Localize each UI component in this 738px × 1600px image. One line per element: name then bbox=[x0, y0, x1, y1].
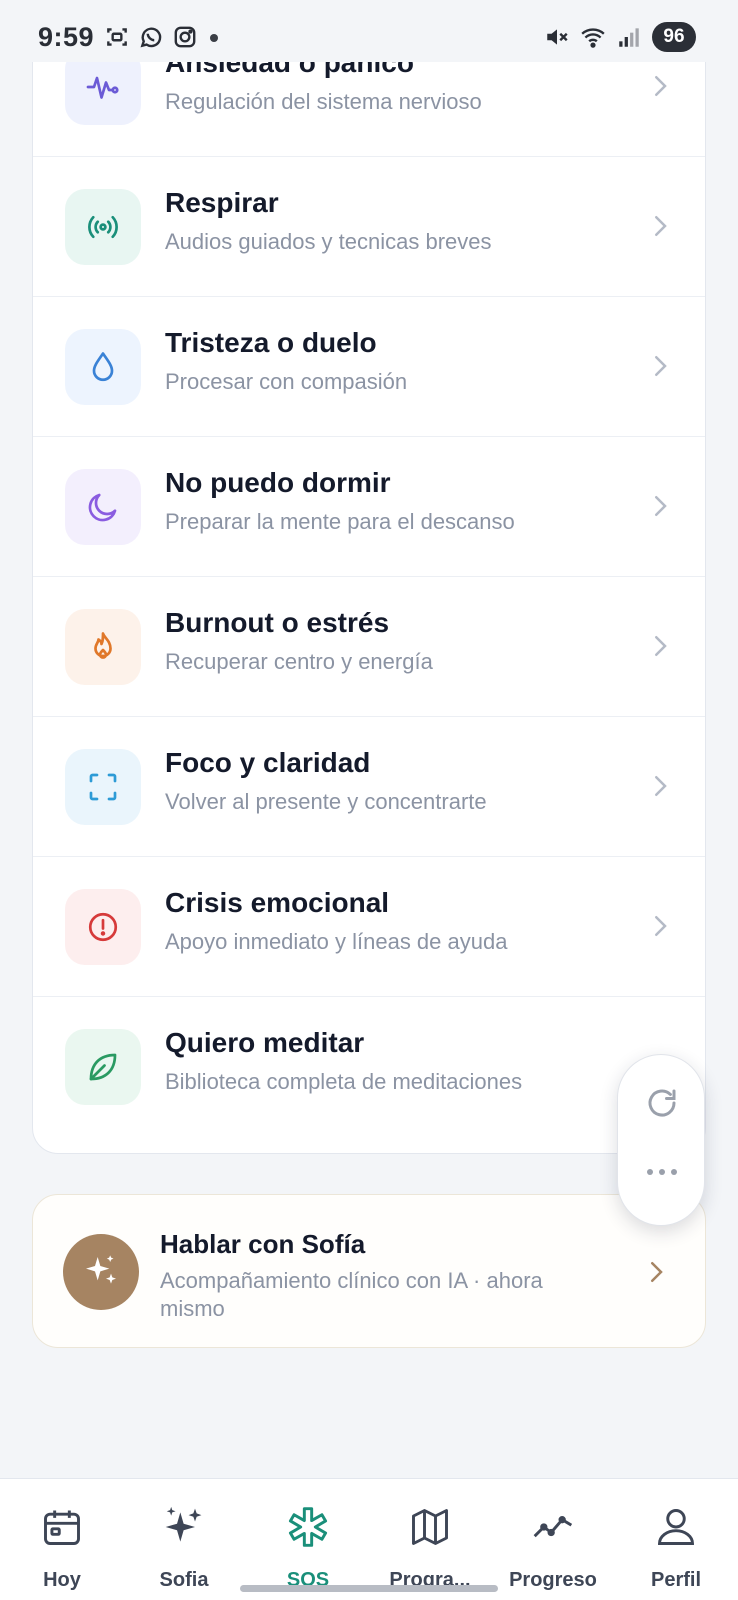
broadcast-icon bbox=[88, 215, 118, 239]
list-item-subtitle: Recuperar centro y energía bbox=[165, 649, 433, 674]
user-icon bbox=[658, 1509, 694, 1545]
list-item-icon-box bbox=[65, 1029, 141, 1105]
chevron-right-icon bbox=[655, 496, 667, 516]
signal-icon bbox=[619, 28, 639, 47]
list-item-respirar[interactable]: Respirar Audios guiados y tecnicas breve… bbox=[33, 157, 705, 297]
list-item-title: Burnout o estrés bbox=[165, 607, 390, 638]
chevron-right-icon bbox=[655, 356, 667, 376]
status-notification-icons bbox=[104, 24, 198, 50]
list-item-subtitle: Volver al presente y concentrarte bbox=[165, 789, 487, 814]
chevron-right-icon bbox=[655, 636, 667, 656]
list-item-dormir[interactable]: No puedo dormir Preparar la mente para e… bbox=[33, 437, 705, 577]
nav-item-programas[interactable]: Progra... bbox=[370, 1479, 490, 1600]
list-item-subtitle: Regulación del sistema nervioso bbox=[165, 89, 482, 114]
home-indicator[interactable] bbox=[240, 1585, 498, 1592]
flame-icon bbox=[94, 632, 112, 659]
asterisk-icon bbox=[288, 1507, 328, 1547]
refresh-icon[interactable] bbox=[644, 1085, 680, 1121]
more-icon[interactable] bbox=[642, 1165, 682, 1179]
trend-icon bbox=[533, 1516, 573, 1538]
nav-item-progreso[interactable]: Progreso bbox=[493, 1479, 613, 1600]
list-item-subtitle: Preparar la mente para el descanso bbox=[165, 509, 515, 534]
list-item-icon-box bbox=[65, 609, 141, 685]
floating-actions bbox=[617, 1054, 705, 1226]
mute-icon bbox=[547, 29, 568, 45]
list-item-title: Tristeza o duelo bbox=[165, 327, 377, 358]
chevron-right-icon bbox=[655, 216, 667, 236]
list-item-subtitle: Audios guiados y tecnicas breves bbox=[165, 229, 492, 254]
list-item-icon-box bbox=[65, 329, 141, 405]
list-item-icon-box bbox=[65, 469, 141, 545]
focus-icon bbox=[89, 773, 117, 801]
list-item-tristeza[interactable]: Tristeza o duelo Procesar con compasión bbox=[33, 297, 705, 437]
status-bar: 9:59 96 bbox=[0, 0, 738, 62]
sofia-title: Hablar con Sofía bbox=[160, 1229, 366, 1259]
nav-item-sofia[interactable]: Sofia bbox=[124, 1479, 244, 1600]
battery-indicator: 96 bbox=[652, 22, 696, 52]
list-item-icon-box bbox=[65, 749, 141, 825]
bottom-nav: Hoy Sofia SOS Progra... Progreso Perfil bbox=[0, 1478, 738, 1600]
sparkles-icon bbox=[86, 1255, 116, 1284]
chevron-right-icon bbox=[655, 916, 667, 936]
screenshot-icon bbox=[107, 28, 127, 46]
map-icon bbox=[412, 1509, 448, 1545]
screen: 9:59 96 Ansiedad o pánico Regulación del… bbox=[0, 0, 738, 1600]
list-item-burnout[interactable]: Burnout o estrés Recuperar centro y ener… bbox=[33, 577, 705, 717]
instagram-icon bbox=[174, 26, 196, 48]
calendar-icon bbox=[44, 1510, 80, 1545]
leaf-icon bbox=[89, 1053, 117, 1081]
alert-icon bbox=[88, 912, 118, 942]
list-item-foco[interactable]: Foco y claridad Volver al presente y con… bbox=[33, 717, 705, 857]
status-time: 9:59 bbox=[38, 22, 95, 52]
pulse-icon bbox=[86, 76, 119, 99]
chevron-right-icon bbox=[651, 1262, 663, 1282]
list-item-icon-box bbox=[65, 189, 141, 265]
moon-icon bbox=[88, 493, 117, 522]
sofia-subtitle: Acompañamiento clínico con IA · ahora mi… bbox=[160, 1268, 543, 1321]
list-item-meditar[interactable]: Quiero meditar Biblioteca completa de me… bbox=[33, 997, 705, 1137]
list-item-title: Quiero meditar bbox=[165, 1027, 365, 1058]
nav-label: Progreso bbox=[509, 1569, 597, 1591]
nav-label: Perfil bbox=[650, 1569, 702, 1591]
list-item-crisis[interactable]: Crisis emocional Apoyo inmediato y línea… bbox=[33, 857, 705, 997]
chevron-right-icon bbox=[655, 76, 667, 96]
list-item-title: Foco y claridad bbox=[165, 747, 371, 778]
list-item-icon-box bbox=[65, 889, 141, 965]
nav-item-sos[interactable]: SOS bbox=[248, 1479, 368, 1600]
status-dot bbox=[210, 34, 218, 42]
chevron-right-icon bbox=[655, 776, 667, 796]
status-system-icons: 96 bbox=[544, 22, 696, 52]
whatsapp-icon bbox=[140, 27, 162, 48]
nav-label: Hoy bbox=[43, 1569, 81, 1591]
wifi-icon bbox=[581, 28, 605, 48]
list-item-title: Respirar bbox=[165, 187, 279, 218]
sofia-avatar bbox=[63, 1234, 139, 1310]
nav-item-perfil[interactable]: Perfil bbox=[616, 1479, 736, 1600]
nav-label: Sofia bbox=[159, 1569, 209, 1591]
droplet-icon bbox=[92, 352, 114, 382]
talk-to-sofia-card[interactable]: Hablar con Sofía Acompañamiento clínico … bbox=[32, 1194, 706, 1348]
list-item-subtitle: Apoyo inmediato y líneas de ayuda bbox=[165, 929, 508, 954]
nav-item-hoy[interactable]: Hoy bbox=[2, 1479, 122, 1600]
list-item-title: Crisis emocional bbox=[165, 887, 390, 918]
list-item-subtitle: Biblioteca completa de meditaciones bbox=[165, 1069, 523, 1094]
sparkles-icon bbox=[165, 1506, 202, 1542]
list-item-subtitle: Procesar con compasión bbox=[165, 369, 408, 394]
sos-options-card: Ansiedad o pánico Regulación del sistema… bbox=[32, 40, 706, 1154]
list-item-title: No puedo dormir bbox=[165, 467, 391, 498]
